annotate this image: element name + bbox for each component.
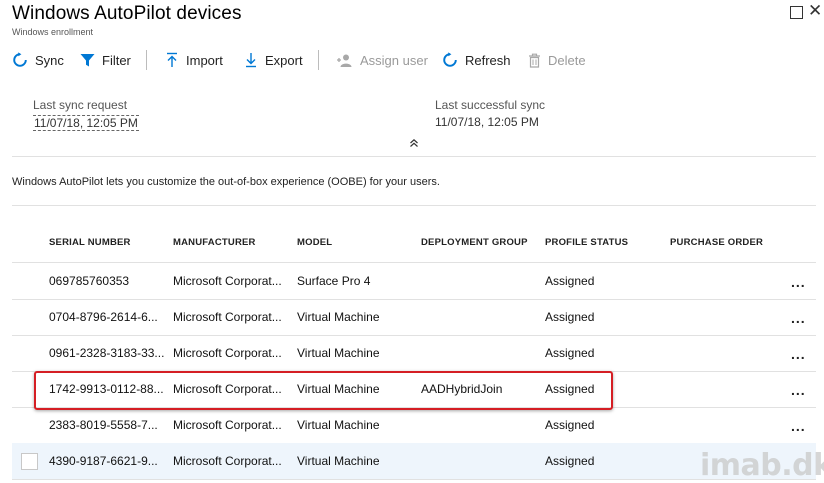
toolbar-divider [146, 50, 147, 70]
deployment-group-cell: AADHybridJoin [421, 382, 503, 396]
export-label: Export [265, 52, 303, 68]
last-successful-sync-value: 11/07/18, 12:05 PM [435, 115, 539, 129]
toolbar-divider [318, 50, 319, 70]
column-header-profile-status[interactable]: PROFILE STATUS [545, 237, 628, 248]
model-cell: Virtual Machine [297, 418, 380, 432]
import-icon [167, 52, 177, 67]
column-header-model[interactable]: MODEL [297, 237, 332, 248]
serial-number-cell: 2383-8019-5558-7... [49, 418, 158, 432]
more-options-icon[interactable]: ... [791, 407, 806, 443]
description-text: Windows AutoPilot lets you customize the… [12, 176, 440, 188]
sync-button[interactable]: Sync [12, 46, 64, 74]
more-options-icon[interactable]: ... [791, 263, 806, 299]
last-successful-sync: Last successful sync 11/07/18, 12:05 PM [435, 98, 545, 129]
profile-status-cell: Assigned [545, 382, 595, 396]
column-header-manufacturer[interactable]: MANUFACTURER [173, 237, 256, 248]
model-cell: Surface Pro 4 [297, 274, 371, 288]
delete-label: Delete [548, 52, 586, 68]
table-row[interactable]: 069785760353 Microsoft Corporat... Surfa… [12, 263, 816, 300]
import-button[interactable]: Import [165, 46, 223, 74]
more-options-icon[interactable]: ... [791, 299, 806, 335]
refresh-button[interactable]: Refresh [442, 46, 511, 74]
delete-button[interactable]: Delete [528, 46, 586, 74]
model-cell: Virtual Machine [297, 382, 380, 396]
sync-label: Sync [35, 52, 64, 68]
table-row[interactable]: 0961-2328-3183-33... Microsoft Corporat.… [12, 335, 816, 372]
column-header-serial-number[interactable]: SERIAL NUMBER [49, 237, 131, 248]
assign-user-button[interactable]: Assign user [336, 46, 428, 74]
model-cell: Virtual Machine [297, 346, 380, 360]
filter-button[interactable]: Filter [80, 46, 131, 74]
table-row-selected[interactable]: 4390-9187-6621-9... Microsoft Corporat..… [12, 443, 816, 480]
manufacturer-cell: Microsoft Corporat... [173, 274, 282, 288]
trash-icon [529, 53, 540, 68]
more-options-icon[interactable]: ... [791, 371, 806, 407]
last-sync-request: Last sync request 11/07/18, 12:05 PM [33, 98, 139, 131]
table-row[interactable]: 0704-8796-2614-6... Microsoft Corporat..… [12, 299, 816, 336]
row-checkbox[interactable] [21, 453, 38, 470]
more-options-icon[interactable]: ... [791, 335, 806, 371]
filter-icon [80, 53, 95, 66]
sync-icon [13, 52, 27, 67]
page-subtitle: Windows enrollment [12, 27, 94, 37]
refresh-label: Refresh [465, 52, 511, 68]
last-sync-request-value[interactable]: 11/07/18, 12:05 PM [33, 115, 139, 131]
column-header-deployment-group[interactable]: DEPLOYMENT GROUP [421, 237, 528, 248]
command-bar: Sync Filter Import Export Assign user Re… [0, 46, 824, 74]
import-label: Import [186, 52, 223, 68]
filter-label: Filter [102, 52, 131, 68]
table-row[interactable]: 2383-8019-5558-7... Microsoft Corporat..… [12, 407, 816, 444]
last-successful-sync-label: Last successful sync [435, 98, 546, 112]
divider [12, 156, 816, 157]
serial-number-cell: 0704-8796-2614-6... [49, 310, 158, 324]
maximize-icon[interactable] [790, 6, 803, 19]
refresh-icon [443, 52, 457, 67]
export-icon [246, 53, 256, 68]
manufacturer-cell: Microsoft Corporat... [173, 454, 282, 468]
profile-status-cell: Assigned [545, 310, 595, 324]
add-user-icon [337, 54, 352, 67]
manufacturer-cell: Microsoft Corporat... [173, 346, 282, 360]
collapse-chevron-icon[interactable] [409, 137, 419, 151]
assign-user-label: Assign user [360, 52, 428, 68]
manufacturer-cell: Microsoft Corporat... [173, 310, 282, 324]
divider [12, 205, 816, 206]
column-header-purchase-order[interactable]: PURCHASE ORDER [670, 237, 763, 248]
manufacturer-cell: Microsoft Corporat... [173, 418, 282, 432]
last-sync-request-label: Last sync request [33, 98, 128, 112]
serial-number-cell: 4390-9187-6621-9... [49, 454, 158, 468]
model-cell: Virtual Machine [297, 454, 380, 468]
watermark-logo: imab.dk [700, 448, 824, 483]
table-row[interactable]: 1742-9913-0112-88... Microsoft Corporat.… [12, 371, 816, 408]
profile-status-cell: Assigned [545, 418, 595, 432]
profile-status-cell: Assigned [545, 346, 595, 360]
profile-status-cell: Assigned [545, 454, 595, 468]
page-title: Windows AutoPilot devices [12, 3, 242, 24]
blade-header: Windows AutoPilot devices Windows enroll… [12, 2, 242, 37]
serial-number-cell: 0961-2328-3183-33... [49, 346, 165, 360]
serial-number-cell: 069785760353 [49, 274, 130, 288]
export-button[interactable]: Export [244, 46, 303, 74]
close-icon[interactable]: ✕ [808, 1, 822, 21]
model-cell: Virtual Machine [297, 310, 380, 324]
serial-number-cell: 1742-9913-0112-88... [49, 382, 164, 396]
profile-status-cell: Assigned [545, 274, 595, 288]
manufacturer-cell: Microsoft Corporat... [173, 382, 282, 396]
